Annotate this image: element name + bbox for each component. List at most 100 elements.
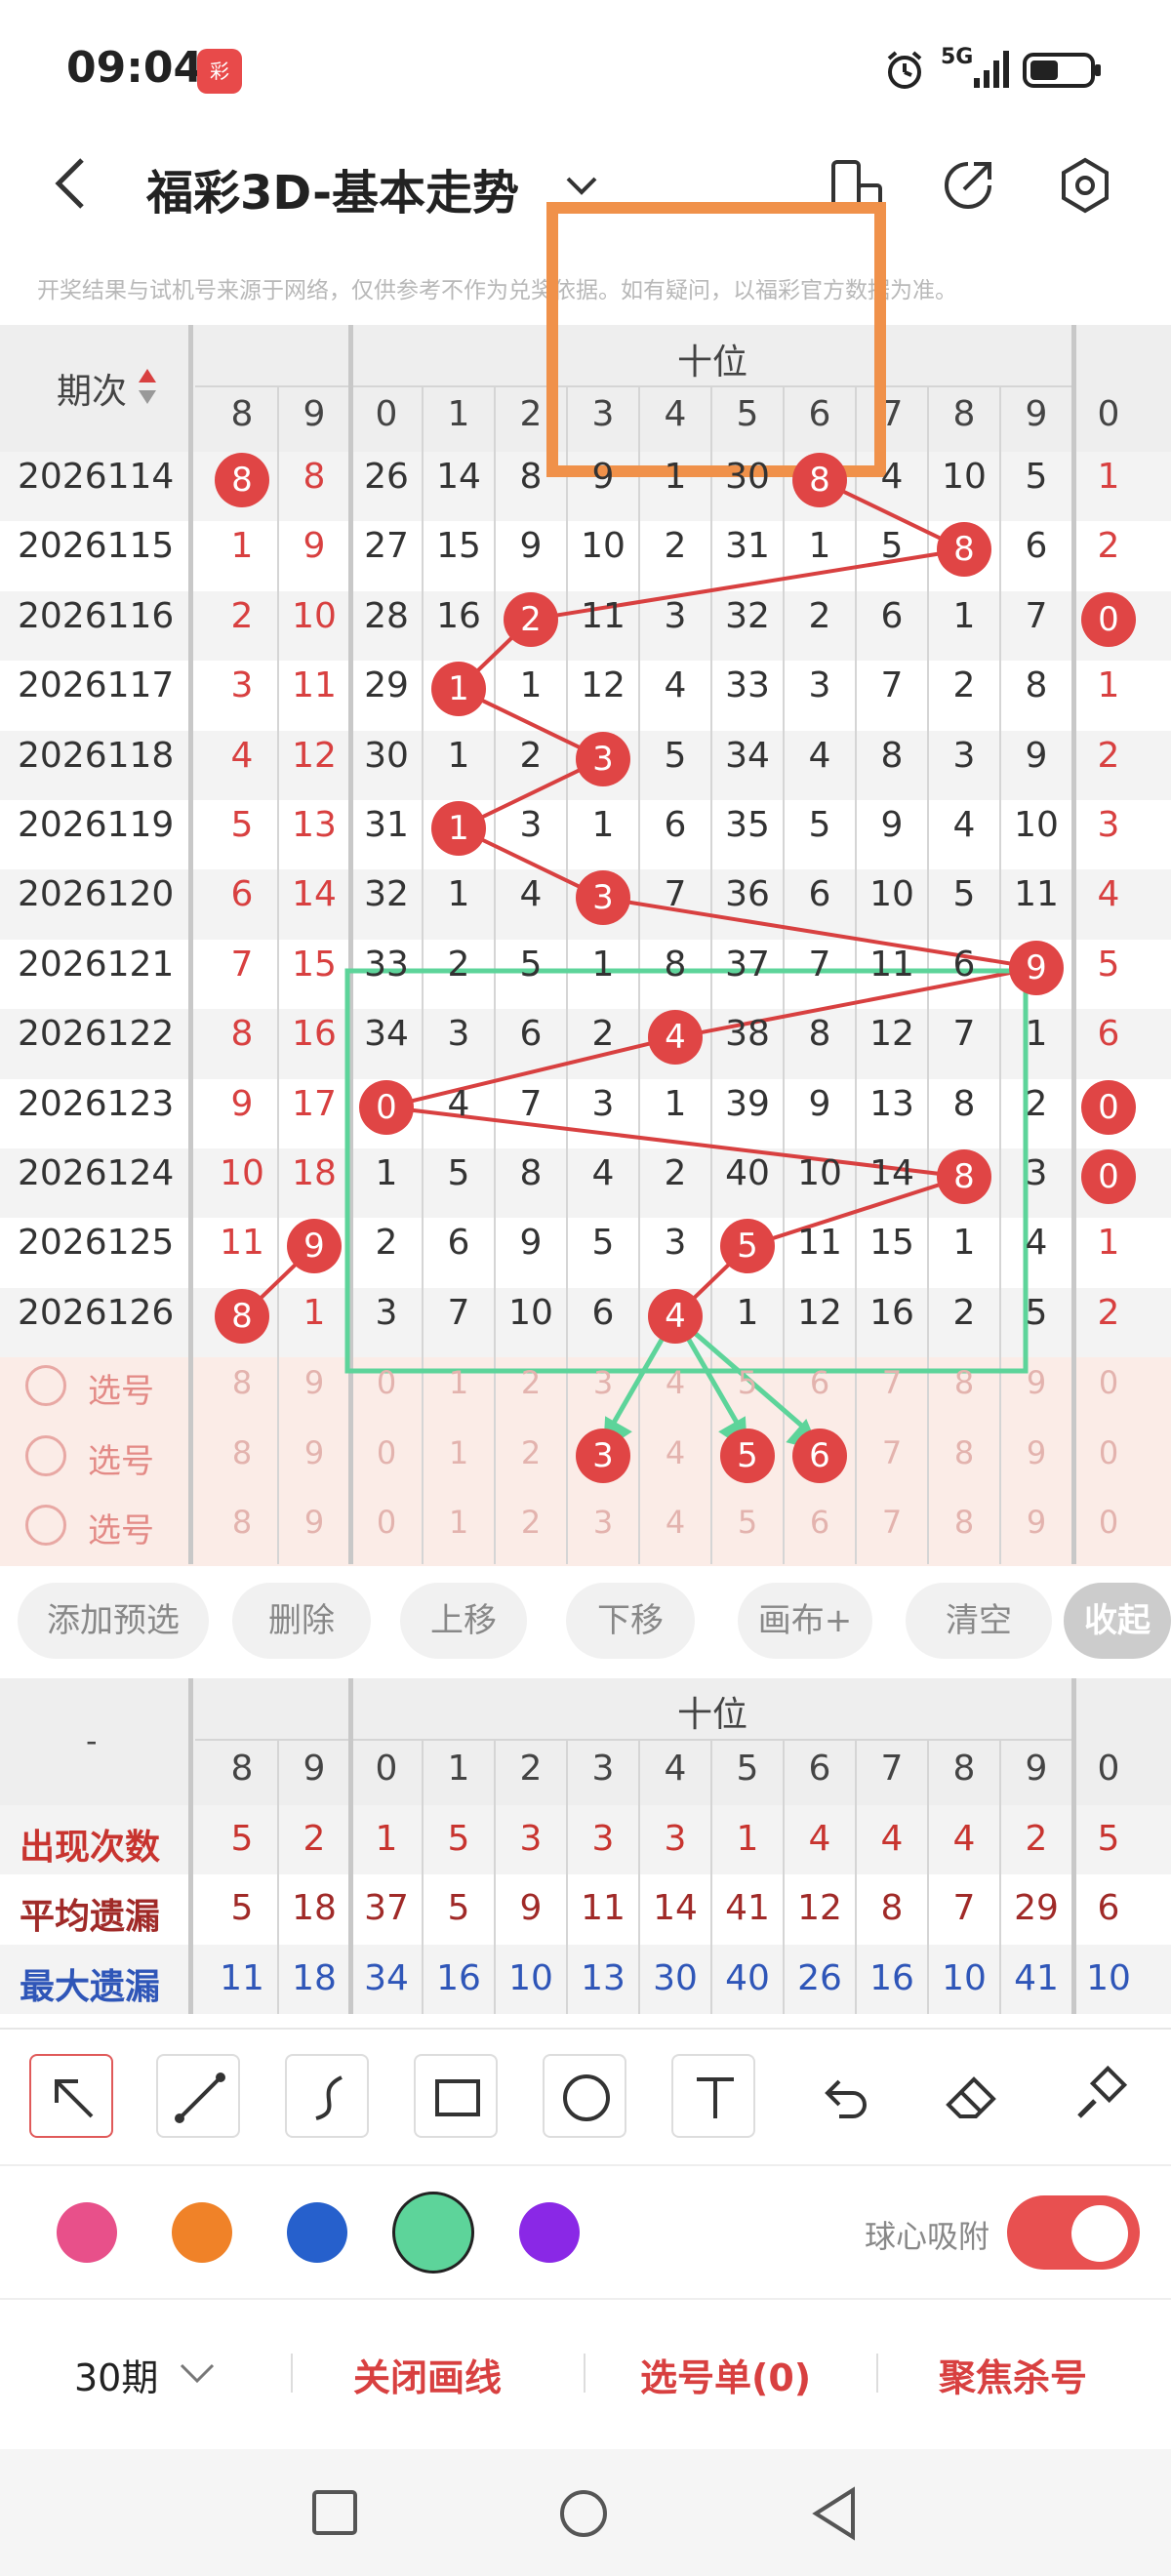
drawn-ball[interactable]: 9 [287,1219,342,1274]
table-cell: 4 [591,1153,615,1193]
color-swatch[interactable] [287,2202,347,2263]
select-cell[interactable]: 8 [208,1364,276,1401]
select-cell[interactable]: 7 [858,1364,926,1401]
brush-icon[interactable] [1058,2054,1142,2138]
select-cell[interactable]: 8 [930,1434,998,1471]
undo-icon[interactable] [800,2054,884,2138]
drawn-ball[interactable]: 1 [431,662,486,717]
color-swatch[interactable] [392,2192,474,2274]
arrow-tool-icon[interactable] [29,2054,113,2138]
drawn-ball[interactable]: 4 [648,1010,703,1066]
home-icon[interactable] [558,2488,609,2539]
select-cell[interactable]: 0 [1074,1504,1143,1541]
drawn-ball[interactable]: 0 [1081,591,1136,647]
drawn-ball[interactable]: 8 [937,1149,991,1204]
select-cell[interactable]: 4 [641,1364,709,1401]
select-cell[interactable]: 2 [497,1434,565,1471]
stats-cell: 41 [725,1888,770,1929]
selected-ball[interactable]: 5 [720,1428,775,1483]
focus-kill-button[interactable]: 聚焦杀号 [939,2348,1087,2401]
select-label[interactable]: 选号 [88,1434,154,1482]
color-swatch[interactable] [57,2202,117,2263]
drawn-ball[interactable]: 1 [431,801,486,856]
select-cell[interactable]: 2 [497,1364,565,1401]
drawn-ball[interactable]: 0 [1081,1149,1136,1204]
text-tool-icon[interactable] [671,2054,755,2138]
action-button-3[interactable]: 下移 [566,1583,695,1659]
chevron-down-icon[interactable] [178,2359,217,2387]
back-nav-icon[interactable] [810,2486,859,2541]
drawn-ball[interactable]: 4 [648,1288,703,1344]
drawn-ball[interactable]: 0 [359,1079,414,1135]
drawn-ball[interactable]: 8 [937,522,991,578]
drawn-ball[interactable]: 2 [504,591,558,647]
select-cell[interactable]: 9 [280,1364,348,1401]
select-cell[interactable]: 2 [497,1504,565,1541]
drawn-ball[interactable]: 5 [720,1219,775,1274]
action-button-4[interactable]: 画布+ [738,1583,872,1659]
circle-tool-icon[interactable] [543,2054,626,2138]
select-cell[interactable]: 9 [1002,1434,1070,1471]
drawn-ball[interactable]: 0 [1081,1079,1136,1135]
select-cell[interactable]: 0 [352,1364,421,1401]
select-cell[interactable]: 0 [1074,1434,1143,1471]
select-cell[interactable]: 6 [786,1364,854,1401]
select-label[interactable]: 选号 [88,1364,154,1412]
stats-row-label: 平均遗漏 [20,1897,161,1938]
drawn-ball[interactable]: 8 [792,453,847,507]
action-button-5[interactable]: 清空 [906,1583,1052,1659]
select-cell[interactable]: 4 [641,1504,709,1541]
select-cell[interactable]: 8 [208,1504,276,1541]
select-radio[interactable] [25,1365,66,1407]
close-lines-button[interactable]: 关闭画线 [353,2348,502,2401]
select-label[interactable]: 选号 [88,1504,154,1551]
selection-list-button[interactable]: 选号单(0) [640,2348,811,2401]
select-cell[interactable]: 9 [1002,1364,1070,1401]
table-cell: 3 [519,805,543,845]
color-swatch[interactable] [519,2202,580,2263]
select-cell[interactable]: 3 [569,1504,637,1541]
select-cell[interactable]: 8 [930,1504,998,1541]
select-cell[interactable]: 8 [208,1434,276,1471]
selected-ball[interactable]: 6 [792,1428,847,1483]
select-cell[interactable]: 1 [424,1364,493,1401]
annotation-highlight-box[interactable] [546,202,886,477]
line-tool-icon[interactable] [156,2054,240,2138]
drawn-ball[interactable]: 8 [215,453,269,507]
select-cell[interactable]: 0 [1074,1364,1143,1401]
drawn-ball[interactable]: 8 [215,1288,269,1344]
select-radio[interactable] [25,1434,66,1476]
select-cell[interactable]: 1 [424,1504,493,1541]
select-cell[interactable]: 9 [280,1504,348,1541]
recent-apps-icon[interactable] [310,2488,359,2537]
eraser-icon[interactable] [929,2054,1013,2138]
select-cell[interactable]: 4 [641,1434,709,1471]
drawn-ball[interactable]: 9 [1009,940,1064,995]
select-cell[interactable]: 9 [280,1434,348,1471]
drawn-ball[interactable]: 3 [576,870,630,926]
select-cell[interactable]: 7 [858,1504,926,1541]
select-cell[interactable]: 0 [352,1434,421,1471]
drawn-ball[interactable]: 3 [576,731,630,786]
select-radio[interactable] [25,1505,66,1546]
select-cell[interactable]: 6 [786,1504,854,1541]
select-cell[interactable]: 9 [1002,1504,1070,1541]
select-cell[interactable]: 7 [858,1434,926,1471]
selected-ball[interactable]: 3 [576,1428,630,1483]
action-button-2[interactable]: 上移 [400,1583,527,1659]
select-cell[interactable]: 1 [424,1434,493,1471]
action-button-1[interactable]: 删除 [232,1583,371,1659]
select-cell[interactable]: 8 [930,1364,998,1401]
select-cell[interactable]: 0 [352,1504,421,1541]
rect-tool-icon[interactable] [414,2054,498,2138]
action-button-0[interactable]: 添加预选 [18,1583,209,1659]
stats-cell: 4 [952,1819,976,1859]
period-select[interactable]: 30期 [74,2348,158,2401]
select-cell[interactable]: 5 [713,1504,782,1541]
action-button-6[interactable]: 收起 [1064,1583,1171,1659]
color-swatch[interactable] [172,2202,232,2263]
select-cell[interactable]: 5 [713,1364,782,1401]
table-cell: 10 [869,874,914,915]
select-cell[interactable]: 3 [569,1364,637,1401]
curve-tool-icon[interactable] [285,2054,369,2138]
